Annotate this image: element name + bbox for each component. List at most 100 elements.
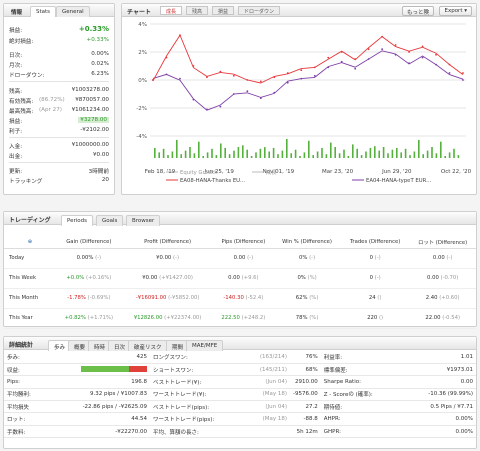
volume-bar — [202, 156, 204, 158]
tab-stats[interactable]: Stats — [30, 6, 57, 17]
tab-goals[interactable]: Goals — [96, 215, 124, 226]
info-row: 入金: ¥1000000.00 — [9, 142, 109, 150]
info-value: ¥870057.00 — [75, 97, 109, 103]
cell-trades: 220 () — [340, 308, 410, 329]
cell-diff: (%) — [309, 295, 319, 301]
cell-pips: -140.30 (-52.4) — [213, 288, 274, 309]
cell-diff: (-) — [309, 255, 316, 261]
legend-label[interactable]: EA08-HANA-Thanks EU... — [180, 178, 245, 184]
series-point — [286, 81, 289, 84]
volume-bar — [343, 149, 345, 158]
stats-tab[interactable]: 破産リスク — [128, 340, 168, 351]
cell-win: 78% (%) — [273, 308, 341, 329]
series-point — [313, 74, 316, 77]
stat-sub: (145/211) — [240, 363, 290, 377]
volume-bar — [435, 153, 438, 158]
cell-win: 0% (%) — [273, 268, 341, 289]
col-trades[interactable]: Trades (Difference) — [340, 237, 410, 249]
tab-drawdown[interactable]: ドローダウン — [238, 6, 281, 15]
export-label: Export — [444, 8, 463, 14]
stat-sub: (Jun 04) — [240, 400, 290, 414]
cell-value: 62% — [295, 295, 308, 301]
series-point — [232, 93, 235, 95]
stat-label: Z - Scoreの (確率): — [320, 388, 389, 402]
tab-info[interactable]: 情報 — [6, 6, 27, 17]
more-button[interactable]: もっと険 — [401, 6, 434, 16]
col-gain[interactable]: Gain (Difference) — [56, 237, 122, 249]
cell-value: 0.00 — [427, 275, 439, 281]
series-point — [448, 72, 451, 74]
info-value: +0.33% — [86, 37, 109, 43]
tab-balance[interactable]: 残高 — [186, 6, 209, 15]
stat-sub — [240, 425, 290, 439]
stat-label: ベストトレード(¥): — [150, 375, 240, 389]
series-point — [300, 77, 303, 80]
y-tick-label: 4% — [138, 22, 147, 28]
stat-value: ¥1973.01 — [388, 363, 476, 377]
legend-label[interactable]: Equity Growth — [180, 170, 218, 176]
series-point — [273, 76, 276, 79]
table-row: This Week +0.0% (+0.16%) ¥0.00 (+¥1427.00)… — [4, 268, 476, 289]
profit-ratio-bar — [81, 365, 147, 372]
col-profit[interactable]: Profit (Difference) — [121, 237, 214, 249]
cell-diff: (+9.6) — [241, 275, 259, 281]
stats-table: 歩み: 425 ロングスワン: (163/214) 76% 利益率: 1.01 収益: ショート… — [4, 351, 476, 439]
stat-value: 76% — [290, 351, 321, 364]
info-row: 月次: 0.02% — [9, 61, 109, 69]
tab-periods[interactable]: Periods — [61, 215, 94, 226]
period-settings-icon[interactable]: ⊕ — [4, 237, 56, 249]
info-label: 月次: — [9, 63, 23, 69]
cell-value: -1.78% — [67, 295, 86, 301]
col-win[interactable]: Win % (Difference) — [273, 237, 341, 249]
series-point — [206, 76, 208, 79]
info-panel: 情報 Stats General 損益: +0.33% 絶対損益: +0.33% 日次:… — [3, 3, 115, 195]
series-point — [394, 44, 397, 46]
volume-bar — [233, 150, 235, 158]
volume-bar — [264, 147, 266, 158]
export-button[interactable]: Export ▾ — [439, 6, 472, 16]
tab-general[interactable]: General — [56, 6, 90, 17]
stat-label: 手数料: — [4, 425, 74, 439]
stat-value: 0.5 Pips / ¥7.71 — [388, 400, 476, 414]
col-lots[interactable]: ロット (Difference) — [409, 237, 476, 249]
stats-tab[interactable]: MAE/MFE — [186, 340, 224, 351]
stat-value: 425 — [74, 351, 150, 364]
volume-bar — [422, 154, 424, 158]
volume-bar — [316, 151, 319, 158]
volume-bar — [369, 147, 372, 158]
series-point — [435, 53, 437, 56]
volume-bar — [281, 150, 284, 158]
cell-pips: 222.50 (+248.2) — [213, 308, 274, 329]
series-point — [313, 66, 316, 69]
growth-chart: 4%2%0%-2%-4%Feb 18, '19 Jun 25, '19 Nov 01… — [136, 22, 471, 184]
stat-value: 0.00 — [388, 375, 476, 389]
cell-value: 0.00 — [233, 255, 246, 261]
legend-label[interactable]: EA04-HANA-typeT EUR... — [366, 178, 431, 184]
col-pips[interactable]: Pips (Difference) — [213, 237, 274, 249]
cell-diff: (+1.71%) — [87, 315, 114, 321]
cell-diff: () — [377, 295, 382, 301]
tab-browser[interactable]: Browser — [126, 215, 161, 226]
tab-growth[interactable]: 成長 — [160, 6, 183, 15]
stats-row: ロット: 44.54 ワーストトレード(pips): (May 18) -88.8 AHP… — [4, 412, 476, 426]
chevron-down-icon: ▾ — [464, 8, 467, 14]
volume-bar — [321, 147, 323, 158]
cell-profit: ¥12826.00 (+¥22374.00) — [121, 308, 214, 329]
volume-bar — [409, 155, 411, 158]
stat-label: 利益率: — [320, 351, 389, 364]
series-point — [367, 48, 370, 51]
series-point — [340, 51, 343, 53]
info-value: 0.02% — [91, 61, 109, 67]
cell-profit: ¥0.00 (+¥1427.00) — [121, 268, 214, 289]
info-label: 最高残高: — [9, 109, 34, 115]
cell-diff: (+¥1427.00) — [159, 275, 193, 281]
volume-bar — [176, 139, 178, 158]
stat-label: ロングスワン: — [150, 351, 240, 364]
legend-label[interactable]: 成長 — [266, 168, 277, 176]
trading-table: ⊕ Gain (Difference) Profit (Difference) … — [4, 237, 476, 329]
cell-pips: 0.00 (+9.6) — [213, 268, 274, 289]
cell-value: 0 — [369, 275, 373, 281]
cell-gain: -1.78% (-0.69%) — [56, 288, 122, 309]
volume-bar — [158, 152, 160, 158]
tab-profit[interactable]: 損益 — [212, 6, 235, 15]
